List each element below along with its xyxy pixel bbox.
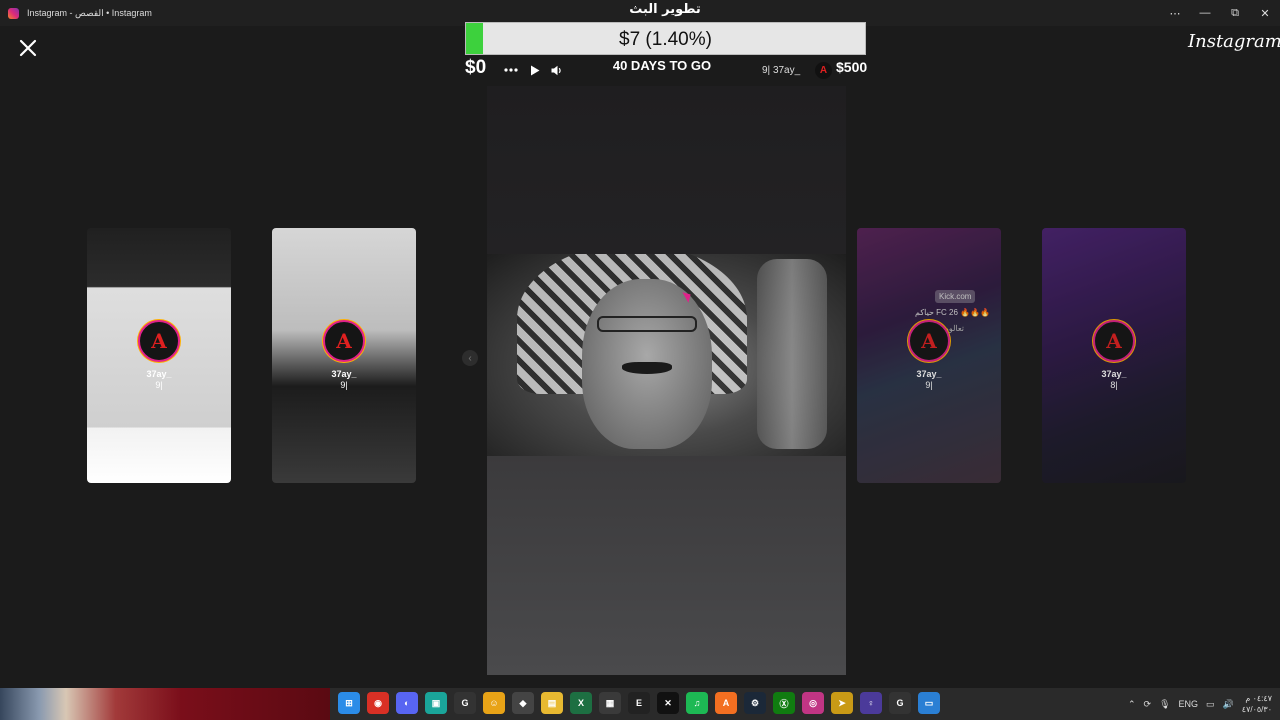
story-username: 37ay_ [146, 369, 172, 379]
story-photo-mustache [622, 362, 672, 374]
current-story[interactable] [487, 86, 846, 675]
story-count: 8| [1110, 380, 1118, 390]
sync-icon[interactable]: ⟳ [1144, 699, 1152, 710]
story-photo-glasses [597, 316, 697, 332]
xbox-taskbar-icon[interactable]: Ⓧ [773, 692, 795, 714]
wallpaper-strip [0, 688, 330, 720]
explorer-taskbar-icon[interactable]: ▤ [541, 692, 563, 714]
story-avatar: A [1093, 320, 1135, 362]
close-icon[interactable] [16, 36, 40, 60]
story-video[interactable] [487, 254, 846, 456]
store-taskbar-icon[interactable]: ▦ [599, 692, 621, 714]
g-app-taskbar-icon[interactable]: G [454, 692, 476, 714]
story-overlay-text: حياكم FC 26 🔥🔥🔥 [915, 308, 991, 317]
app-purple-taskbar-icon[interactable]: ♀ [860, 692, 882, 714]
stream-goal-title: تطوير البث [629, 2, 701, 17]
instagram-taskbar-icon[interactable]: ◎ [802, 692, 824, 714]
app-blue-taskbar-icon[interactable]: ▭ [918, 692, 940, 714]
stream-avatar: A [815, 62, 832, 79]
language-indicator[interactable]: ENG [1179, 699, 1199, 709]
start-taskbar-icon[interactable]: ⊞ [338, 692, 360, 714]
window-controls: ⋯ — ⧉ ✕ [1160, 0, 1280, 26]
chrome-taskbar-icon[interactable]: ◉ [367, 692, 389, 714]
steam-taskbar-icon[interactable]: ⚙ [744, 692, 766, 714]
story-username: 37ay_ [1101, 369, 1127, 379]
instagram-logo[interactable]: Instagram [1188, 31, 1280, 52]
app-teal-taskbar-icon[interactable]: ▣ [425, 692, 447, 714]
taskbar-apps: ⊞ ◉ ◐ ▣ G ☺ ◆ ▤ X ▦ E ✕ ♫ A ⚙ Ⓧ ◎ ➤ ♀ G ▭ [338, 692, 940, 714]
stream-username: 9| 37ay_ [762, 65, 801, 76]
microphone-icon[interactable]: 🎙 [1159, 699, 1170, 710]
restore-button[interactable]: ⧉ [1220, 0, 1250, 26]
clock[interactable]: ٠٤:٤٧ م ٤٧/٠٥/٣٠ [1242, 693, 1272, 715]
story-count: 9| [340, 380, 348, 390]
story-thumbnail[interactable]: Kick.com حياكم FC 26 🔥🔥🔥 تعالوو A 37ay_ … [857, 228, 1001, 483]
story-avatar: A [138, 320, 180, 362]
donation-progress-label: $7 (1.40%) [619, 29, 712, 50]
more-options-button[interactable]: ⋯ [1160, 0, 1190, 26]
taskbar: ⊞ ◉ ◐ ▣ G ☺ ◆ ▤ X ▦ E ✕ ♫ A ⚙ Ⓧ ◎ ➤ ♀ G ▭ ⌃ ⟳ 🎙 ENG ▭ 🔊 ٠٤:٤… [0, 688, 1280, 720]
play-icon[interactable] [526, 61, 544, 79]
network-icon[interactable]: ▭ [1206, 699, 1215, 710]
story-avatar: A [323, 320, 365, 362]
story-avatar: A [908, 320, 950, 362]
epic-taskbar-icon[interactable]: E [628, 692, 650, 714]
story-overlay-tag: Kick.com [935, 290, 976, 303]
goal-min-amount: $0 [465, 57, 487, 78]
discord-taskbar-icon[interactable]: ◐ [396, 692, 418, 714]
capcut-taskbar-icon[interactable]: ✕ [657, 692, 679, 714]
clock-time: ٠٤:٤٧ م [1245, 694, 1272, 703]
app-yellow-taskbar-icon[interactable]: ☺ [483, 692, 505, 714]
minimize-button[interactable]: — [1190, 0, 1220, 26]
system-tray: ⌃ ⟳ 🎙 ENG ▭ 🔊 ٠٤:٤٧ م ٤٧/٠٥/٣٠ [1128, 688, 1272, 720]
app-orange-taskbar-icon[interactable]: A [715, 692, 737, 714]
excel-taskbar-icon[interactable]: X [570, 692, 592, 714]
story-username: 37ay_ [331, 369, 357, 379]
story-count: 9| [925, 380, 933, 390]
days-to-go: 40 DAYS TO GO [612, 58, 712, 73]
close-window-button[interactable]: ✕ [1250, 0, 1280, 26]
app-box-taskbar-icon[interactable]: ◆ [512, 692, 534, 714]
window-title: Instagram - القصص • Instagram [27, 7, 152, 18]
previous-story-button[interactable]: ‹ [462, 350, 478, 366]
donation-progress-bar: $7 (1.40%) [465, 22, 866, 55]
story-thumbnail[interactable]: A 37ay_ 8| [1042, 228, 1186, 483]
more-icon[interactable] [502, 61, 520, 79]
goal-max-amount: $500 [836, 59, 868, 75]
instagram-app-icon [8, 7, 19, 19]
spotify-taskbar-icon[interactable]: ♫ [686, 692, 708, 714]
story-count: 9| [155, 380, 163, 390]
story-photo-bottle [757, 259, 827, 449]
clock-date: ٤٧/٠٥/٣٠ [1241, 705, 1272, 714]
story-username: 37ay_ [916, 369, 942, 379]
volume-tray-icon[interactable]: 🔊 [1223, 699, 1234, 710]
g-app-2-taskbar-icon[interactable]: G [889, 692, 911, 714]
app-gold-taskbar-icon[interactable]: ➤ [831, 692, 853, 714]
story-thumbnail[interactable]: A 37ay_ 9| [272, 228, 416, 483]
story-thumbnail[interactable]: A 37ay_ 9| [87, 228, 231, 483]
chevron-up-icon[interactable]: ⌃ [1128, 699, 1136, 710]
volume-icon[interactable] [548, 61, 566, 79]
